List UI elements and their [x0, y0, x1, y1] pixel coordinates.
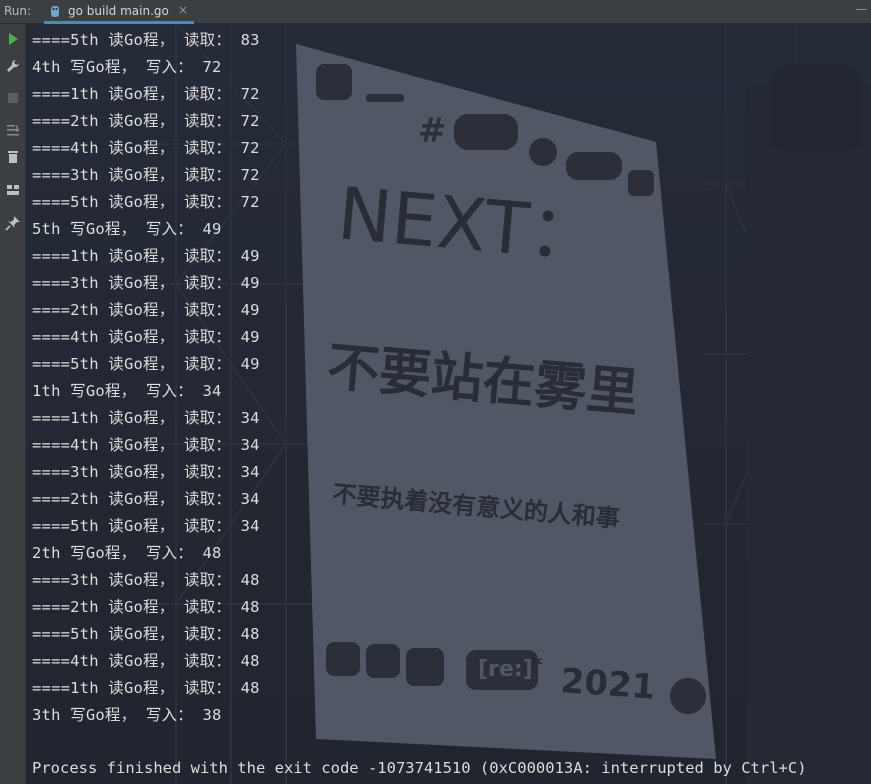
console-line: ====5th 读Go程， 读取： 48 — [32, 625, 260, 643]
console-line: ====1th 读Go程， 读取： 34 — [32, 409, 260, 427]
rerun-icon[interactable] — [4, 30, 22, 48]
console-line: ====1th 读Go程， 读取： 48 — [32, 679, 260, 697]
run-toolbar — [0, 24, 26, 784]
console-line: ====4th 读Go程， 读取： 72 — [32, 139, 260, 157]
console-line: ====2th 读Go程， 读取： 48 — [32, 598, 260, 616]
minimize-icon[interactable]: — — [855, 2, 867, 16]
console-line: 5th 写Go程， 写入： 49 — [32, 220, 222, 238]
console-line: 3th 写Go程， 写入： 38 — [32, 706, 222, 724]
console-line: ====4th 读Go程， 读取： 49 — [32, 328, 260, 346]
console-line: ====3th 读Go程， 读取： 49 — [32, 274, 260, 292]
layout-icon[interactable] — [4, 181, 22, 199]
console-output[interactable]: # NEXT： 不要站在雾里 不要执着没有意义的人和事 [re:] tc 202… — [26, 24, 871, 784]
console-line: ====5th 读Go程， 读取： 83 — [32, 31, 260, 49]
trash-icon[interactable] — [4, 148, 22, 166]
console-line: ====5th 读Go程， 读取： 49 — [32, 355, 260, 373]
console-line: ====4th 读Go程， 读取： 48 — [32, 652, 260, 670]
console-line: ====2th 读Go程， 读取： 49 — [32, 301, 260, 319]
go-gopher-icon — [51, 6, 59, 17]
console-line: ====3th 读Go程， 读取： 34 — [32, 463, 260, 481]
scroll-to-end-icon[interactable] — [4, 121, 22, 139]
console-line: ====4th 读Go程， 读取： 34 — [32, 436, 260, 454]
console-line: ====3th 读Go程， 读取： 48 — [32, 571, 260, 589]
pin-icon[interactable] — [4, 214, 22, 232]
console-line: ====1th 读Go程， 读取： 72 — [32, 85, 260, 103]
close-icon[interactable]: × — [178, 3, 188, 17]
console-line: 2th 写Go程， 写入： 48 — [32, 544, 222, 562]
console-line: ====3th 读Go程， 读取： 72 — [32, 166, 260, 184]
run-label: Run: — [4, 4, 32, 18]
console-line: ====5th 读Go程， 读取： 34 — [32, 517, 260, 535]
run-tool-window-header: Run: go build main.go × — — [0, 0, 871, 24]
process-finished-message: Process finished with the exit code -107… — [32, 759, 807, 777]
stop-icon[interactable] — [4, 89, 22, 107]
console-line: 4th 写Go程， 写入： 72 — [32, 58, 222, 76]
tab-title: go build main.go — [68, 4, 169, 18]
console-line: ====2th 读Go程， 读取： 72 — [32, 112, 260, 130]
tab-go-build-main[interactable]: go build main.go × — [44, 0, 194, 24]
console-line: 1th 写Go程， 写入： 34 — [32, 382, 222, 400]
wrench-icon[interactable] — [4, 57, 22, 75]
console-line: ====1th 读Go程， 读取： 49 — [32, 247, 260, 265]
console-line: ====5th 读Go程， 读取： 72 — [32, 193, 260, 211]
console-line: ====2th 读Go程， 读取： 34 — [32, 490, 260, 508]
